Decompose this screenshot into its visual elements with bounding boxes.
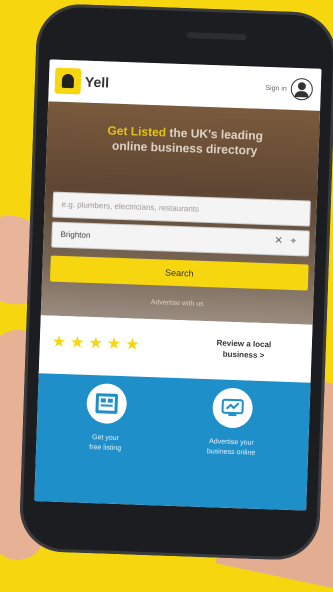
signin-button[interactable]: Sign in <box>265 77 314 101</box>
hero-headline-accent: Get Listed <box>107 123 167 140</box>
search-where-input[interactable]: Brighton ✕ ⌖ <box>51 221 310 257</box>
feature-advertise-online[interactable]: Advertise your business online <box>176 386 288 460</box>
review-link-line2: business > <box>222 349 265 361</box>
feature-free-listing-label: Get your free listing <box>50 432 161 456</box>
hero-section: Get Listed the UK's leading online busin… <box>40 101 321 325</box>
review-business-link[interactable]: Review a local business > <box>189 336 298 362</box>
rating-stars: ★ ★ ★ ★ ★ <box>51 334 143 355</box>
review-link-line1: Review a local <box>216 338 272 350</box>
star-icon: ★ <box>51 333 67 352</box>
star-icon: ★ <box>69 334 85 352</box>
feature-advertise-line1: Advertise your <box>208 438 254 447</box>
search-where-value: Brighton <box>60 229 91 240</box>
feature-free-listing[interactable]: Get your free listing <box>50 382 162 456</box>
star-icon: ★ <box>88 334 104 353</box>
clear-icon[interactable]: ✕ <box>274 235 284 246</box>
feature-free-listing-line2: free listing <box>89 444 122 453</box>
listing-icon <box>86 382 128 425</box>
phone-device: Yell Sign in Get Listed the UK's leading… <box>18 2 333 562</box>
search-what-input[interactable]: e.g. plumbers, electricians, restaurants <box>52 191 311 227</box>
hero-headline: Get Listed the UK's leading online busin… <box>64 122 305 160</box>
feature-advertise-line2: business online <box>206 448 256 457</box>
phone-speaker <box>186 32 247 41</box>
locate-icon[interactable]: ⌖ <box>290 236 300 247</box>
features-section: Get your free listing Advertise your bus… <box>34 373 311 511</box>
feature-free-listing-line1: Get your <box>91 434 120 443</box>
advertise-link[interactable]: Advertise with us <box>41 295 313 311</box>
search-button[interactable]: Search <box>49 255 309 291</box>
logo-text: Yell <box>84 73 110 91</box>
star-icon: ★ <box>106 335 122 354</box>
user-avatar-icon <box>290 77 314 101</box>
site-logo[interactable]: Yell <box>54 67 110 96</box>
star-icon: ★ <box>124 336 140 354</box>
review-strip: ★ ★ ★ ★ ★ Review a local business > <box>38 315 313 383</box>
phone-screen: Yell Sign in Get Listed the UK's leading… <box>34 59 322 511</box>
advertise-icon <box>211 387 254 429</box>
signin-label: Sign in <box>265 84 287 93</box>
feature-advertise-online-label: Advertise your business online <box>176 436 287 460</box>
logo-icon <box>54 67 82 95</box>
